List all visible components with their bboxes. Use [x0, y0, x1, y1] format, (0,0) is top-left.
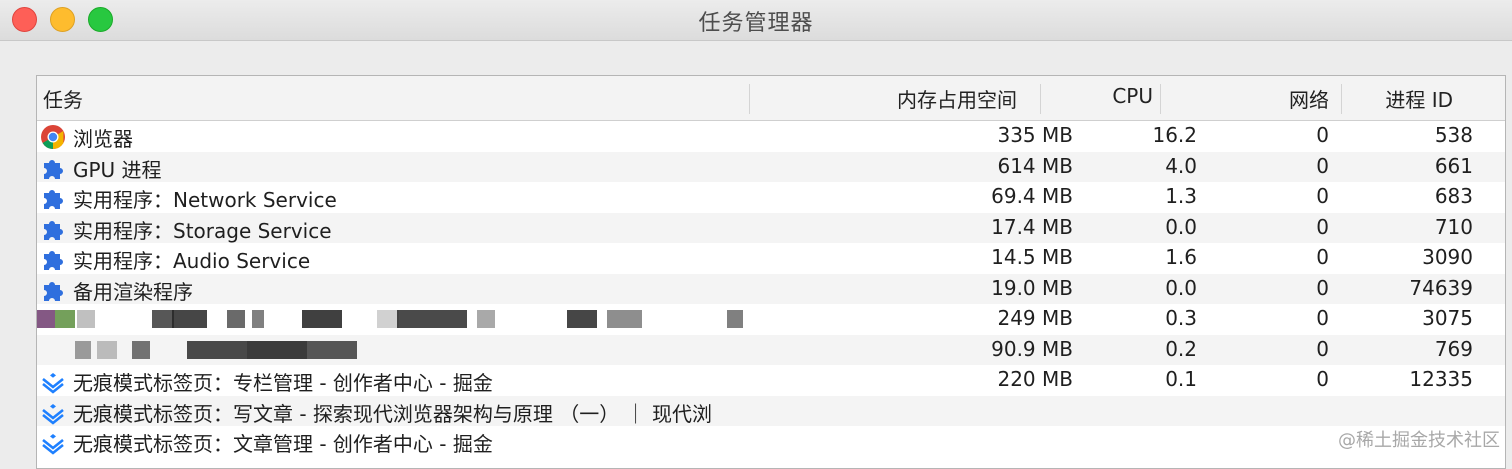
pid-value: 3075 — [1422, 306, 1473, 330]
redacted-icon — [40, 338, 66, 364]
network-value: 0 — [1316, 123, 1329, 147]
redacted-block — [132, 340, 150, 359]
table-row[interactable]: GPU 进程 614 MB 4.0 0 661 — [37, 151, 1505, 182]
task-name: GPU 进程 — [73, 157, 162, 182]
table-row[interactable]: 249 MB 0.3 0 3075 — [37, 304, 1505, 334]
table-row[interactable]: 实用程序：Audio Service 14.5 MB 1.6 0 3090 — [37, 243, 1505, 273]
memory-value: 19.0 MB — [991, 275, 1073, 300]
puzzle-icon — [40, 277, 66, 303]
task-name: 实用程序：Audio Service — [73, 249, 311, 273]
pid-value: 3090 — [1422, 245, 1473, 269]
table-row[interactable]: 实用程序：Network Service 69.4 MB 1.3 0 683 — [37, 182, 1505, 212]
redacted-block — [97, 340, 117, 359]
redacted-block — [302, 310, 342, 328]
juejin-icon — [40, 399, 66, 425]
column-header-network[interactable]: 网络 — [1289, 84, 1329, 113]
juejin-icon — [40, 429, 66, 455]
redacted-block — [55, 310, 75, 328]
cpu-value: 0.0 — [1165, 214, 1197, 239]
memory-value: 220 MB — [997, 367, 1073, 391]
task-name: 实用程序：Network Service — [73, 188, 337, 212]
task-table: 任务 内存占用空间 CPU 网络 进程 ID 浏览器 335 MB 16.2 0 538… — [36, 75, 1506, 469]
redacted-block — [75, 340, 91, 359]
redacted-block — [567, 310, 597, 328]
network-value: 0 — [1316, 306, 1329, 330]
cpu-value: 16.2 — [1152, 123, 1197, 147]
column-header-memory[interactable]: 内存占用空间 — [897, 84, 1017, 113]
redacted-block — [252, 310, 264, 328]
pid-value: 710 — [1434, 214, 1473, 239]
redacted-block — [477, 310, 495, 328]
redacted-block — [727, 310, 743, 328]
network-value: 0 — [1316, 245, 1329, 269]
juejin-icon — [40, 368, 66, 394]
cpu-value: 1.3 — [1165, 184, 1197, 208]
task-name: 无痕模式标签页：专栏管理 - 创作者中心 - 掘金 — [73, 371, 493, 395]
pid-value: 12335 — [1409, 367, 1473, 391]
redacted-block — [227, 310, 245, 328]
table-row[interactable]: 实用程序：Storage Service 17.4 MB 0.0 0 710 — [37, 212, 1505, 243]
column-header-task[interactable]: 任务 — [43, 84, 83, 113]
memory-value: 17.4 MB — [991, 214, 1073, 239]
task-name: 无痕模式标签页：写文章 - 探索现代浏览器架构与原理 （一） ｜ 现代浏 — [73, 401, 713, 426]
redacted-block — [247, 340, 307, 359]
chrome-icon — [40, 124, 66, 150]
table-row[interactable]: 无痕模式标签页：写文章 - 探索现代浏览器架构与原理 （一） ｜ 现代浏 — [37, 395, 1505, 426]
redacted-block — [397, 310, 467, 328]
table-row[interactable]: 浏览器 335 MB 16.2 0 538 — [37, 121, 1505, 151]
cpu-value: 0.2 — [1165, 336, 1197, 361]
table-row[interactable]: 无痕模式标签页：文章管理 - 创作者中心 - 掘金 — [37, 426, 1505, 456]
cpu-value: 1.6 — [1165, 245, 1197, 269]
table-header: 任务 内存占用空间 CPU 网络 进程 ID — [37, 76, 1505, 121]
network-value: 0 — [1316, 336, 1329, 361]
pid-value: 661 — [1434, 153, 1473, 178]
task-name: 备用渲染程序 — [73, 279, 193, 304]
redacted-block — [377, 310, 399, 328]
redacted-block — [37, 310, 55, 328]
table-row[interactable]: 备用渲染程序 19.0 MB 0.0 0 74639 — [37, 273, 1505, 304]
table-row[interactable]: 90.9 MB 0.2 0 769 — [37, 334, 1505, 365]
pid-value: 769 — [1434, 336, 1473, 361]
memory-value: 69.4 MB — [991, 184, 1073, 208]
pid-value: 538 — [1434, 123, 1473, 147]
pid-value: 74639 — [1409, 275, 1473, 300]
memory-value: 614 MB — [997, 153, 1073, 178]
cpu-value: 0.0 — [1165, 275, 1197, 300]
redacted-block — [152, 310, 174, 328]
puzzle-icon — [40, 155, 66, 181]
memory-value: 14.5 MB — [991, 245, 1073, 269]
network-value: 0 — [1316, 184, 1329, 208]
redacted-block — [607, 310, 642, 328]
pid-value: 683 — [1434, 184, 1473, 208]
network-value: 0 — [1316, 214, 1329, 239]
table-row[interactable]: 无痕模式标签页：专栏管理 - 创作者中心 - 掘金 220 MB 0.1 0 12335 — [37, 365, 1505, 395]
task-name: 实用程序：Storage Service — [73, 218, 332, 243]
redacted-block — [172, 310, 207, 328]
puzzle-icon — [40, 216, 66, 242]
redacted-block — [187, 340, 247, 359]
column-header-cpu[interactable]: CPU — [1112, 84, 1153, 108]
memory-value: 335 MB — [997, 123, 1073, 147]
network-value: 0 — [1316, 275, 1329, 300]
cpu-value: 4.0 — [1165, 153, 1197, 178]
redacted-block — [77, 310, 95, 328]
puzzle-icon — [40, 246, 66, 272]
title-bar: 任务管理器 — [0, 0, 1512, 41]
cpu-value: 0.3 — [1165, 306, 1197, 330]
watermark: @稀土掘金技术社区 — [1338, 430, 1500, 451]
memory-value: 249 MB — [997, 306, 1073, 330]
memory-value: 90.9 MB — [991, 336, 1073, 361]
network-value: 0 — [1316, 153, 1329, 178]
redacted-block — [307, 340, 357, 359]
task-name: 无痕模式标签页：文章管理 - 创作者中心 - 掘金 — [73, 432, 493, 456]
task-name: 浏览器 — [73, 127, 133, 151]
puzzle-icon — [40, 185, 66, 211]
column-header-pid[interactable]: 进程 ID — [1385, 84, 1453, 113]
cpu-value: 0.1 — [1165, 367, 1197, 391]
window-title: 任务管理器 — [698, 11, 814, 36]
network-value: 0 — [1316, 367, 1329, 391]
